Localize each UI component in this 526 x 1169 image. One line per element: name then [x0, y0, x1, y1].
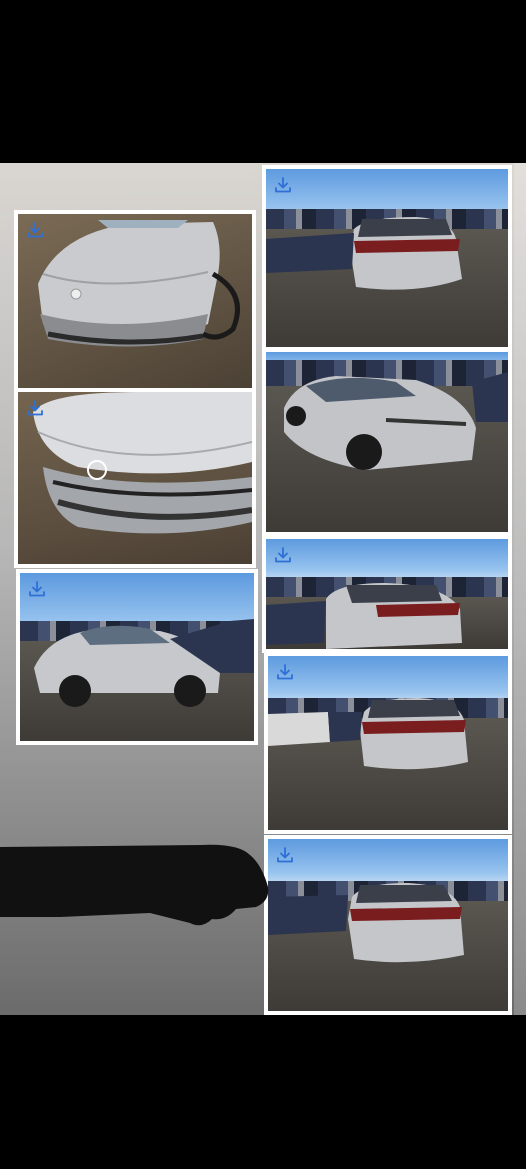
photo-rear-quarter[interactable] — [262, 535, 512, 653]
photo-collage — [0, 163, 526, 1015]
photo-rear-view-1[interactable] — [262, 165, 512, 351]
car-rear-2 — [268, 698, 468, 770]
hand-silhouette — [0, 844, 269, 926]
photo-rear-view-2[interactable] — [264, 652, 512, 834]
photo-front-bumper[interactable] — [14, 388, 256, 568]
download-icon[interactable] — [26, 221, 44, 239]
photo-side-front-lot[interactable] — [16, 569, 258, 745]
car-side-front-right — [284, 372, 508, 470]
car-side-front — [34, 619, 254, 707]
download-icon[interactable] — [276, 663, 294, 681]
download-icon[interactable] — [276, 846, 294, 864]
photo-front-damage[interactable] — [14, 210, 256, 392]
collage-edge — [514, 163, 526, 1015]
car-rear — [266, 217, 462, 290]
photo-rear-view-3[interactable] — [264, 835, 512, 1015]
car-front-damaged — [38, 220, 240, 347]
download-icon[interactable] — [274, 546, 292, 564]
download-icon[interactable] — [28, 580, 46, 598]
photo-side-front-right[interactable] — [262, 348, 512, 536]
car-rear-quarter — [266, 583, 462, 649]
car-front-bumper — [33, 392, 252, 534]
car-rear-3 — [268, 883, 464, 963]
download-icon[interactable] — [26, 399, 44, 417]
download-icon[interactable] — [274, 176, 292, 194]
